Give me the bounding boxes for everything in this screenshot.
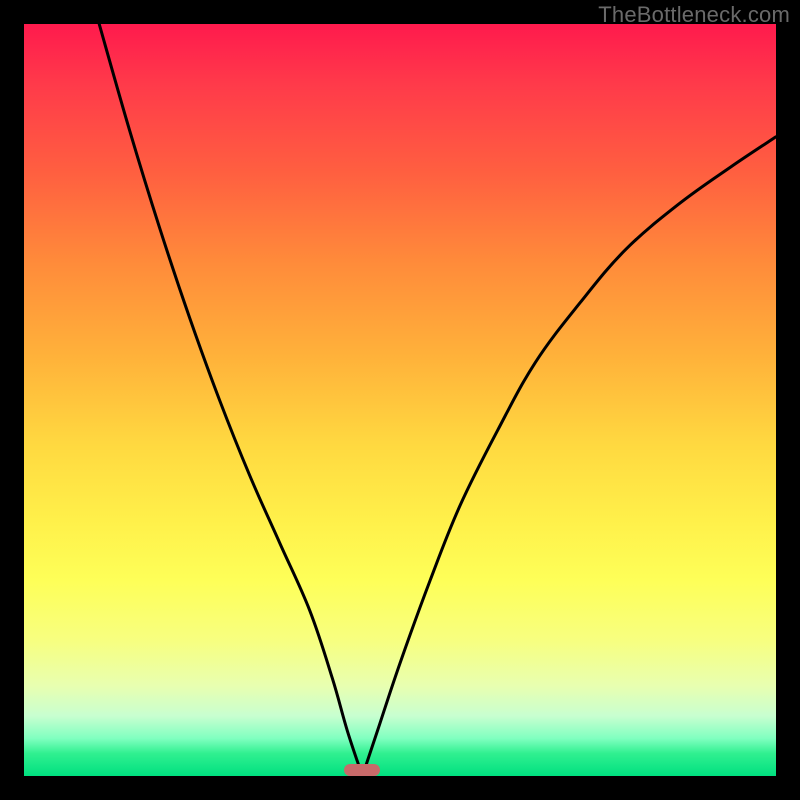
left-curve xyxy=(99,24,362,776)
curves-svg xyxy=(24,24,776,776)
watermark-text: TheBottleneck.com xyxy=(598,2,790,28)
right-curve xyxy=(362,137,776,776)
plot-area xyxy=(24,24,776,776)
vertex-marker xyxy=(344,764,380,776)
